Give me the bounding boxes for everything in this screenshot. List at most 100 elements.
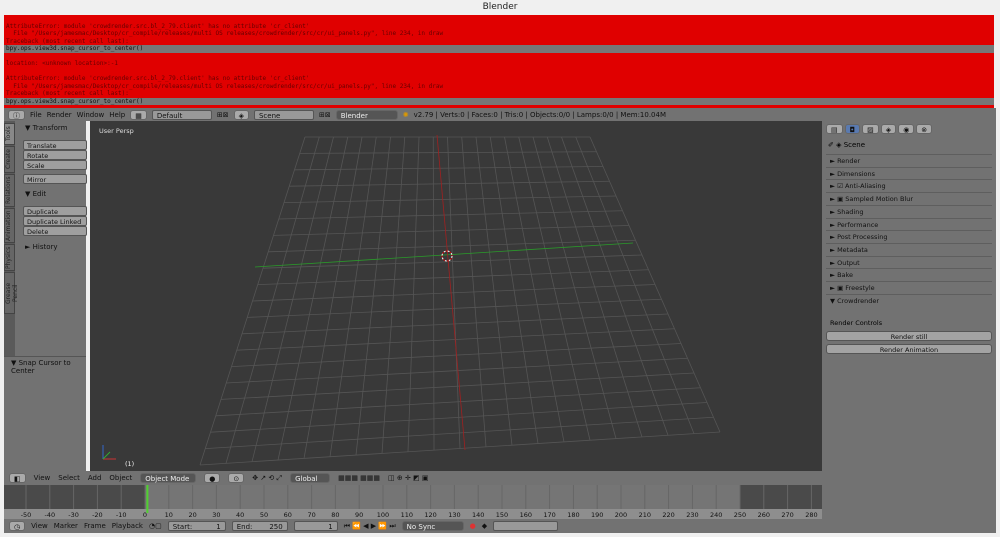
- tick-label: 150: [496, 511, 508, 519]
- tick-label: 90: [355, 511, 363, 519]
- menu-view[interactable]: View: [34, 474, 51, 482]
- scene-tab-icon[interactable]: ◈: [880, 124, 897, 134]
- menu-view-timeline[interactable]: View: [31, 522, 48, 530]
- panel-render[interactable]: ► Render: [826, 154, 992, 166]
- panel-label: Sampled Motion Blur: [845, 195, 914, 204]
- panel-label: Shading: [837, 207, 864, 216]
- tick-label: 10: [165, 511, 173, 519]
- panel-bake[interactable]: ► Bake: [826, 268, 992, 280]
- orientation-select[interactable]: Global: [290, 473, 331, 483]
- layers-tab-icon[interactable]: ▨: [862, 124, 879, 134]
- menu-add[interactable]: Add: [88, 474, 102, 482]
- panel-label: Bake: [837, 271, 854, 280]
- menu-window[interactable]: Window: [77, 111, 105, 119]
- render-engine-select[interactable]: Blender Render: [335, 109, 398, 130]
- timeline[interactable]: -50 -40 -30 -20 -10 0 10 20 30 40 50 60 70 80 90 100 110…: [4, 485, 822, 519]
- duplicate-linked-button[interactable]: Duplicate Linked: [23, 216, 87, 226]
- panel-sampled-motion-blur[interactable]: ► ▣ Sampled Motion Blur: [826, 192, 992, 204]
- preview-range-icon[interactable]: ◔▢: [149, 522, 162, 530]
- scene-breadcrumb: ✐ ◈ Scene: [828, 141, 866, 149]
- duplicate-button[interactable]: Duplicate: [23, 206, 87, 216]
- tick-label: 120: [424, 511, 436, 519]
- menu-playback[interactable]: Playback: [112, 522, 143, 530]
- window-title: Blender: [0, 0, 1000, 15]
- tick-label: 210: [639, 511, 651, 519]
- editor-type-properties-icon[interactable]: ▤: [826, 124, 843, 134]
- menu-marker[interactable]: Marker: [54, 522, 78, 530]
- scene-icon[interactable]: ◈: [233, 109, 249, 120]
- menu-help[interactable]: Help: [109, 111, 125, 119]
- keying-set-field[interactable]: [493, 521, 559, 531]
- info-console-log: AttributeError: module 'crowdrender.src.…: [4, 15, 994, 108]
- panel-output[interactable]: ► Output: [826, 255, 992, 268]
- menu-file[interactable]: File: [30, 111, 42, 119]
- keying-icons[interactable]: ◆: [482, 522, 487, 530]
- mirror-button[interactable]: Mirror: [23, 174, 87, 184]
- delete-button[interactable]: Delete: [23, 226, 87, 236]
- add-layout-icon[interactable]: ⊞⊠: [217, 111, 229, 119]
- panel-anti-aliasing[interactable]: ► ☑ Anti-Aliasing: [826, 179, 992, 191]
- layout-field[interactable]: Default: [151, 109, 212, 120]
- panel-transform[interactable]: ▼ Transform: [25, 124, 67, 132]
- out-of-range-before: [4, 485, 145, 509]
- panel-post-processing[interactable]: ► Post Processing: [826, 230, 992, 242]
- scale-button[interactable]: Scale: [23, 160, 87, 170]
- record-icon[interactable]: ●: [470, 522, 476, 530]
- panel-edit[interactable]: ▼ Edit: [25, 190, 46, 198]
- rotate-button[interactable]: Rotate: [23, 150, 87, 160]
- snap-icons[interactable]: ◫ ⊕ ✛ ◩ ▣: [388, 474, 428, 482]
- panel-crowdrender[interactable]: ▼ Crowdrender: [826, 293, 992, 306]
- mode-select[interactable]: Object Mode: [140, 473, 197, 483]
- layers-grid[interactable]: ▦▦▦ ▦▦▦: [338, 474, 380, 482]
- scene-field[interactable]: Scene: [253, 109, 314, 120]
- world-tab-icon[interactable]: ◉: [898, 124, 915, 134]
- menu-render[interactable]: Render: [47, 111, 72, 119]
- panel-label: Post Processing: [837, 233, 888, 242]
- menu-frame[interactable]: Frame: [84, 522, 106, 530]
- panel-history[interactable]: ► History: [25, 243, 58, 251]
- 3d-cursor-icon[interactable]: [441, 250, 453, 262]
- tick-label: 160: [520, 511, 532, 519]
- sync-select[interactable]: No Sync: [401, 521, 464, 531]
- operator-panel-snap-cursor[interactable]: ▼ Snap Cursor to Center: [11, 359, 86, 375]
- translate-button[interactable]: Translate: [23, 140, 87, 150]
- playback-controls[interactable]: ⏮ ⏪ ◀ ▶ ⏩ ⏭: [344, 522, 396, 531]
- end-value: 250: [269, 523, 283, 531]
- console-line: Traceback (most recent call last):: [6, 37, 129, 45]
- pivot-select[interactable]: ⊙: [228, 473, 245, 483]
- panel-metadata[interactable]: ► Metadata: [826, 242, 992, 255]
- editor-type-icon[interactable]: ⓘ: [8, 109, 25, 120]
- render-still-button[interactable]: Render still: [826, 331, 992, 341]
- manipulator-icons[interactable]: ✥ ↗ ⟲ ⤢: [252, 474, 282, 483]
- menu-object[interactable]: Object: [109, 474, 132, 482]
- shading-select[interactable]: ●: [204, 473, 221, 483]
- properties-context-tabs: ▤ ◘ ▨ ◈ ◉ ⊗: [826, 124, 933, 134]
- tick-label: -40: [44, 511, 55, 519]
- current-frame-field[interactable]: 1: [293, 521, 338, 531]
- panel-performance[interactable]: ► Performance: [826, 217, 992, 230]
- panel-shading[interactable]: ► Shading: [826, 204, 992, 217]
- screen-layout-icon[interactable]: ▦: [130, 109, 147, 120]
- render-animation-button[interactable]: Render Animation: [826, 344, 992, 354]
- timeline-ruler: -50 -40 -30 -20 -10 0 10 20 30 40 50 60 70 80 90 100 110…: [4, 485, 822, 519]
- tick-label: 170: [543, 511, 555, 519]
- editor-type-3d-icon[interactable]: ◧: [9, 473, 26, 483]
- panel-dimensions[interactable]: ► Dimensions: [826, 166, 992, 179]
- add-scene-icon[interactable]: ⊞⊠: [319, 111, 331, 119]
- playhead: [146, 485, 149, 513]
- menu-select[interactable]: Select: [58, 474, 80, 482]
- floor-grid: [199, 134, 721, 466]
- editor-type-timeline-icon[interactable]: ◷: [9, 521, 26, 531]
- start-label: Start:: [172, 523, 193, 531]
- tick-label: 240: [710, 511, 722, 519]
- console-line: bpy.ops.view3d.snap_cursor_to_center(): [4, 97, 994, 105]
- tick-label: 200: [615, 511, 627, 519]
- object-tab-icon[interactable]: ⊗: [916, 124, 933, 134]
- 3d-viewport[interactable]: User Persp (1): [90, 121, 822, 471]
- end-frame-field[interactable]: End: 250: [231, 521, 288, 531]
- render-tab-icon[interactable]: ◘: [844, 124, 861, 134]
- timeline-header: ◷ View Marker Frame Playback ◔▢ Start: 1 …: [4, 519, 822, 533]
- panel-freestyle[interactable]: ► ▣ Freestyle: [826, 281, 992, 293]
- start-frame-field[interactable]: Start: 1: [167, 521, 226, 531]
